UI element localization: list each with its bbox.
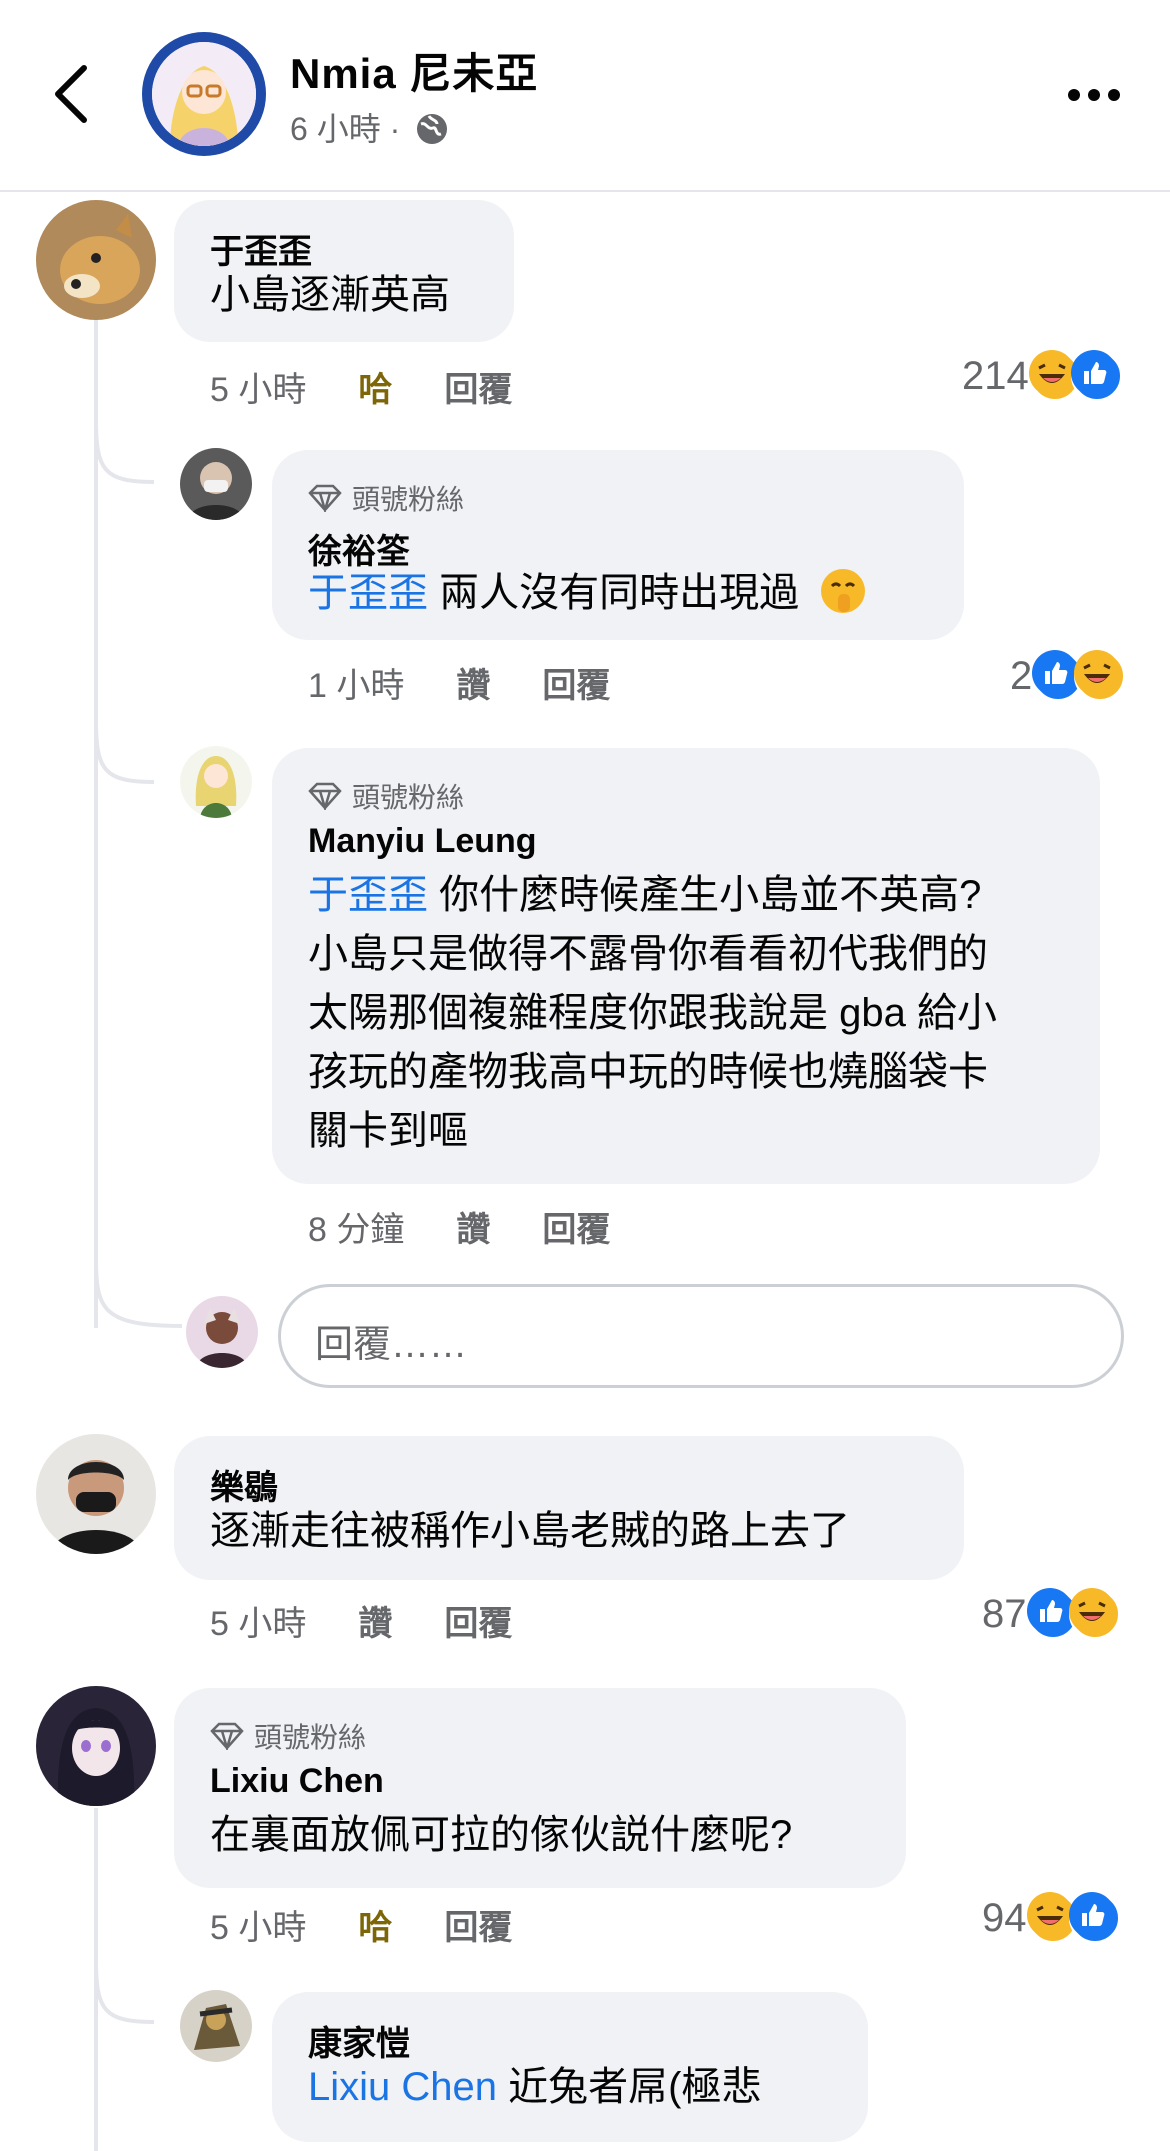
reaction-summary[interactable]: 2 — [1010, 650, 1127, 702]
mention-link[interactable]: 于歪歪 — [308, 571, 428, 615]
avatar[interactable] — [36, 1434, 156, 1554]
reaction-count: 2 — [1010, 653, 1033, 698]
reply-input-placeholder: 回覆…… — [315, 1324, 468, 1366]
reaction-count: 214 — [962, 353, 1029, 398]
separator-dot: · — [389, 111, 401, 147]
comment-body: 兩人沒有同時出現過 — [439, 571, 800, 615]
haha-emoji-icon — [1074, 650, 1127, 702]
haha-emoji-icon — [1068, 1588, 1121, 1640]
back-arrow-icon[interactable] — [52, 64, 92, 124]
comment-text: Lixiu Chen 近兔者屌(極悲 — [308, 2058, 761, 2117]
comment-text: 小島逐漸英高 — [210, 273, 450, 317]
comment-time: 1 小時 — [308, 667, 405, 705]
globe-icon — [417, 114, 448, 144]
page-name[interactable]: Nmia 尼未亞 — [290, 40, 538, 101]
reaction-summary[interactable]: 87 — [982, 1588, 1121, 1640]
reply-button[interactable]: 回覆 — [444, 1596, 512, 1645]
comment-time: 5 小時 — [210, 1605, 307, 1643]
shushing-face-icon — [821, 569, 866, 613]
diamond-icon — [210, 1722, 244, 1750]
top-fan-badge: 頭號粉絲 — [308, 776, 464, 816]
diamond-icon — [308, 484, 342, 512]
comment-body-line: 孩玩的產物我高中玩的時候也燒腦袋卡 — [308, 1050, 988, 1094]
comment-actions: 8 分鐘 讚 回覆 — [308, 1202, 610, 1251]
avatar[interactable] — [180, 448, 252, 520]
comment-text: 于歪歪 你什麼時候產生小島並不英高? 小島只是做得不露骨你看看初代我們的 太陽那… — [308, 866, 997, 1161]
thread-connector — [94, 1960, 155, 2024]
mention-link[interactable]: 于歪歪 — [308, 873, 428, 917]
like-emoji-icon — [1070, 350, 1123, 402]
top-fan-badge: 頭號粉絲 — [210, 1716, 366, 1756]
comment-time: 5 小時 — [210, 1909, 307, 1947]
comment-time: 8 分鐘 — [308, 1211, 405, 1249]
thread-connector — [94, 720, 155, 784]
comment-actions: 1 小時 讚 回覆 — [308, 658, 610, 707]
comment-body-line: 關卡到嘔 — [308, 1109, 468, 1153]
reply-button[interactable]: 回覆 — [444, 1900, 512, 1949]
comment-body-line: 你什麼時候產生小島並不英高? — [439, 873, 982, 917]
reaction-summary[interactable]: 94 — [982, 1892, 1121, 1944]
comment-actions: 5 小時 哈 回覆 — [210, 362, 512, 411]
badge-label: 頭號粉絲 — [352, 782, 465, 813]
comment-text: 于歪歪 兩人沒有同時出現過 — [308, 564, 868, 623]
more-options-icon[interactable] — [1068, 88, 1128, 106]
comment-body-line: 小島只是做得不露骨你看看初代我們的 — [308, 932, 988, 976]
haha-reaction-button[interactable]: 哈 — [358, 1900, 392, 1949]
comment-actions: 5 小時 哈 回覆 — [210, 1900, 512, 1949]
thread-connector — [94, 420, 155, 484]
badge-label: 頭號粉絲 — [254, 1722, 367, 1753]
post-header: Nmia 尼未亞 6 小時 · — [0, 0, 1170, 192]
comment-body: 近兔者屌(極悲 — [508, 2065, 762, 2109]
comment-text: 在裏面放佩可拉的傢伙説什麼呢? — [210, 1813, 793, 1857]
post-meta: 6 小時 · — [290, 104, 449, 150]
avatar[interactable] — [180, 746, 252, 818]
comment-time: 5 小時 — [210, 371, 307, 409]
mention-link[interactable]: Lixiu Chen — [308, 2065, 497, 2109]
comment-text: 逐漸走往被稱作小島老賊的路上去了 — [210, 1509, 850, 1553]
reply-button[interactable]: 回覆 — [542, 658, 610, 707]
like-emoji-icon — [1068, 1892, 1121, 1944]
avatar[interactable] — [36, 1686, 156, 1806]
thread-connector — [94, 1260, 183, 1328]
haha-reaction-button[interactable]: 哈 — [358, 362, 392, 411]
reaction-count: 94 — [982, 1895, 1027, 1940]
like-button[interactable]: 讚 — [456, 658, 490, 707]
reply-button[interactable]: 回覆 — [542, 1202, 610, 1251]
page-avatar[interactable] — [142, 32, 266, 156]
diamond-icon — [308, 782, 342, 810]
comment-author[interactable]: Manyiu Leung — [308, 822, 537, 861]
badge-label: 頭號粉絲 — [352, 484, 465, 515]
post-time: 6 小時 — [290, 111, 381, 147]
comment-body-line: 太陽那個複雜程度你跟我說是 gba 給小 — [308, 991, 997, 1035]
current-user-avatar — [186, 1296, 258, 1368]
avatar[interactable] — [180, 1990, 252, 2062]
reaction-summary[interactable]: 214 — [962, 350, 1123, 402]
comment-actions: 5 小時 讚 回覆 — [210, 1596, 512, 1645]
reply-button[interactable]: 回覆 — [444, 362, 512, 411]
reaction-count: 87 — [982, 1591, 1027, 1636]
like-button[interactable]: 讚 — [456, 1202, 490, 1251]
comment-author[interactable]: Lixiu Chen — [210, 1762, 384, 1801]
avatar[interactable] — [36, 200, 156, 320]
reply-input[interactable]: 回覆…… — [278, 1284, 1124, 1388]
like-button[interactable]: 讚 — [358, 1596, 392, 1645]
top-fan-badge: 頭號粉絲 — [308, 478, 464, 518]
